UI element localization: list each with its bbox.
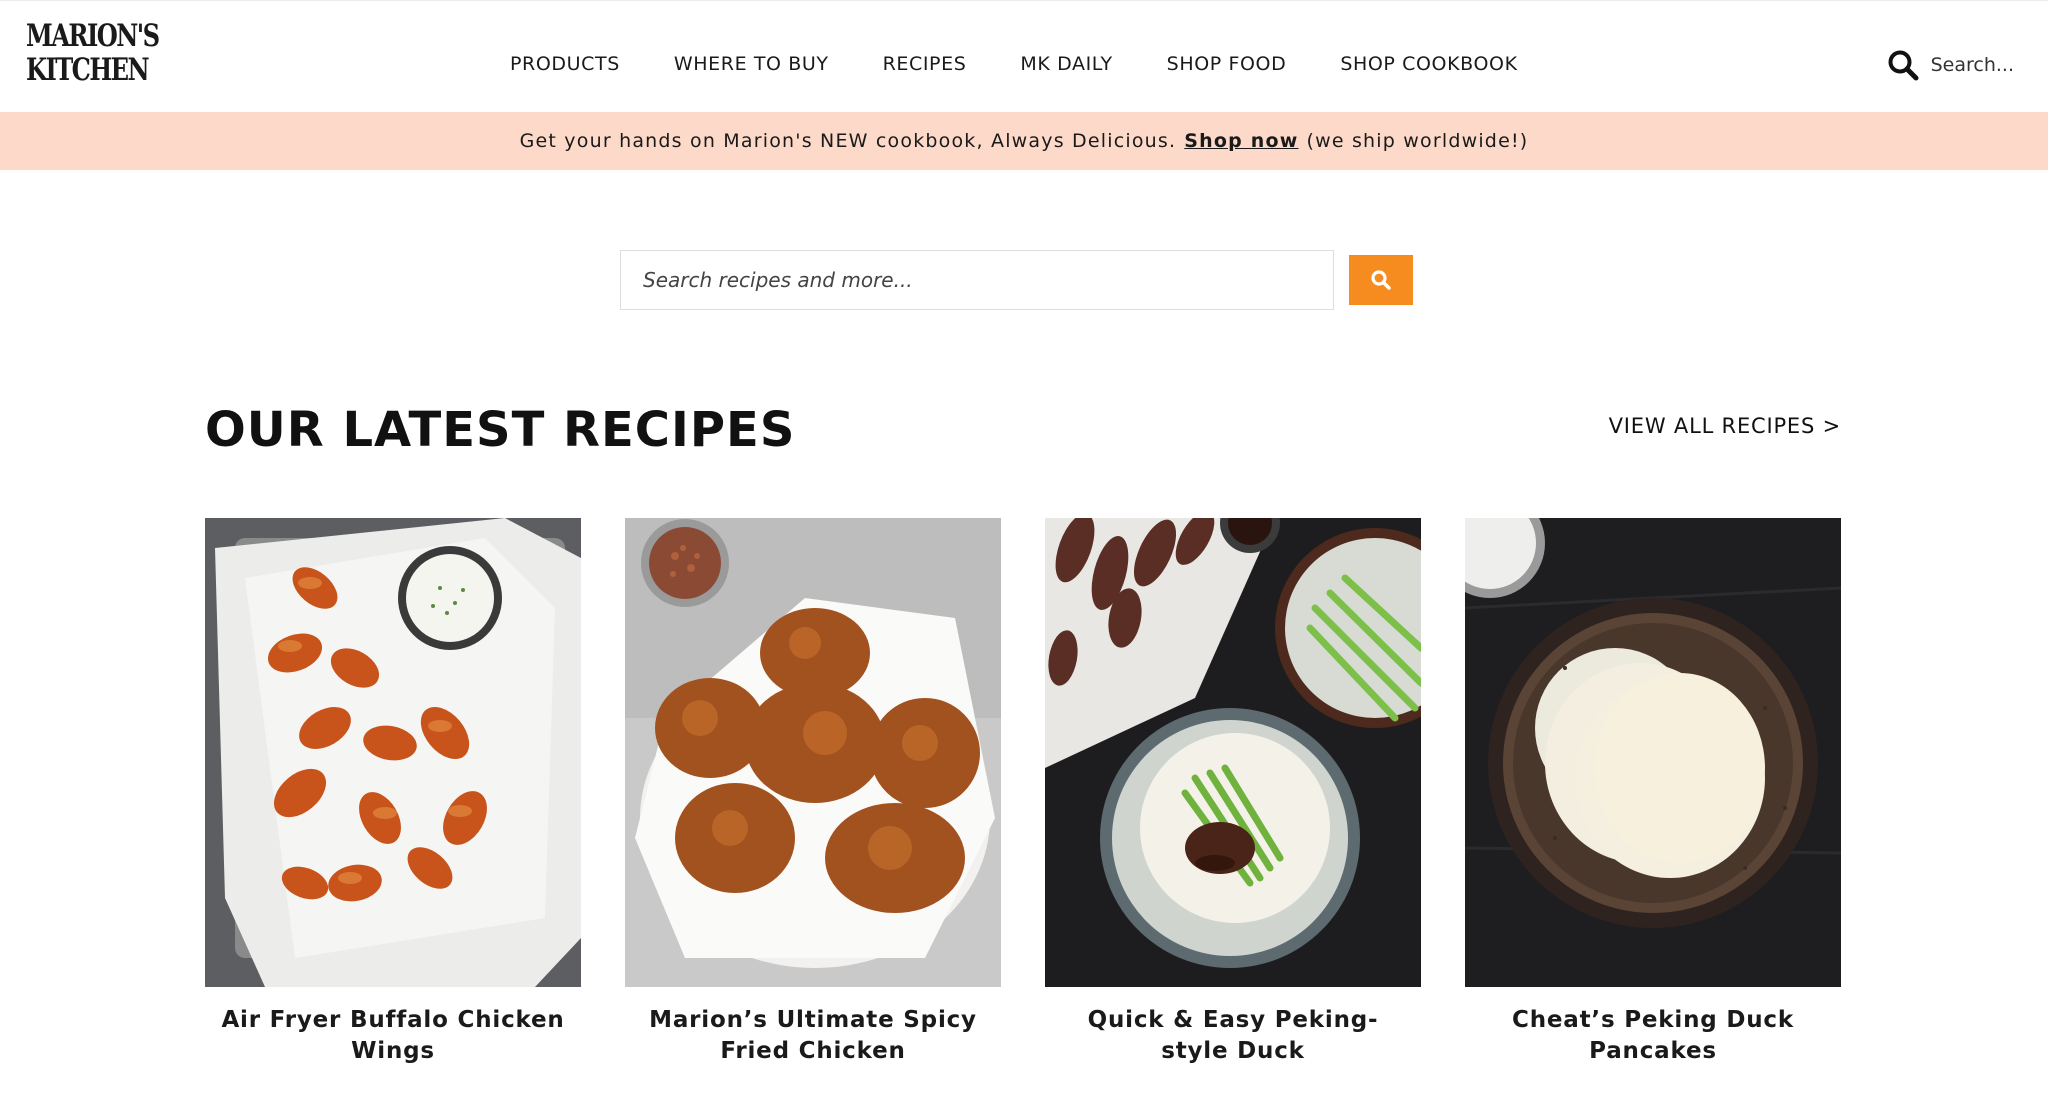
recipe-card-grid: Air Fryer Buffalo Chicken Wings Marion’s… [205, 518, 1841, 1067]
recipe-search-field[interactable] [620, 250, 1334, 310]
view-all-recipes-link[interactable]: VIEW ALL RECIPES > [1609, 414, 1841, 438]
promo-banner: Get your hands on Marion's NEW cookbook,… [0, 112, 2048, 170]
nav-item-where-to-buy[interactable]: WHERE TO BUY [674, 53, 829, 75]
recipe-card[interactable]: Cheat’s Peking Duck Pancakes [1465, 518, 1841, 1067]
header-search-toggle[interactable]: Search... [1887, 49, 2014, 81]
recipe-search-input[interactable] [621, 251, 1333, 309]
logo-line-1: MARION'S [26, 18, 160, 54]
search-icon [1888, 50, 1919, 81]
fried-chicken-photo[interactable] [625, 518, 1001, 987]
logo-line-2: KITCHEN [26, 52, 150, 88]
peking-duck-photo[interactable] [1045, 518, 1421, 987]
nav-item-recipes[interactable]: RECIPES [883, 53, 967, 75]
nav-item-mk-daily[interactable]: MK DAILY [1020, 53, 1112, 75]
recipe-card[interactable]: Marion’s Ultimate Spicy Fried Chicken [625, 518, 1001, 1067]
nav-item-products[interactable]: PRODUCTS [510, 53, 620, 75]
recipe-card-title[interactable]: Air Fryer Buffalo Chicken Wings [205, 1005, 581, 1067]
main-nav: PRODUCTS WHERE TO BUY RECIPES MK DAILY S… [510, 53, 1572, 75]
nav-item-shop-food[interactable]: SHOP FOOD [1167, 53, 1287, 75]
promo-shipping-note: (we ship worldwide!) [1306, 130, 1529, 152]
header-search-label: Search... [1930, 54, 2014, 76]
duck-pancakes-photo[interactable] [1465, 518, 1841, 987]
recipe-card[interactable]: Quick & Easy Peking-style Duck [1045, 518, 1421, 1067]
site-logo[interactable]: MARION'S KITCHEN [26, 18, 160, 89]
promo-text: Get your hands on Marion's NEW cookbook,… [519, 130, 1177, 152]
recipe-card-title[interactable]: Cheat’s Peking Duck Pancakes [1465, 1005, 1841, 1067]
buffalo-wings-photo[interactable] [205, 518, 581, 987]
site-header: MARION'S KITCHEN PRODUCTS WHERE TO BUY R… [0, 0, 2048, 112]
recipe-search-button[interactable] [1349, 255, 1413, 305]
recipe-card-title[interactable]: Marion’s Ultimate Spicy Fried Chicken [625, 1005, 1001, 1067]
nav-item-shop-cookbook[interactable]: SHOP COOKBOOK [1340, 53, 1517, 75]
latest-recipes-heading: OUR LATEST RECIPES [205, 402, 796, 458]
search-icon [1371, 270, 1391, 290]
recipe-card-title[interactable]: Quick & Easy Peking-style Duck [1045, 1005, 1421, 1067]
shop-now-link[interactable]: Shop now [1184, 130, 1298, 152]
recipe-card[interactable]: Air Fryer Buffalo Chicken Wings [205, 518, 581, 1067]
